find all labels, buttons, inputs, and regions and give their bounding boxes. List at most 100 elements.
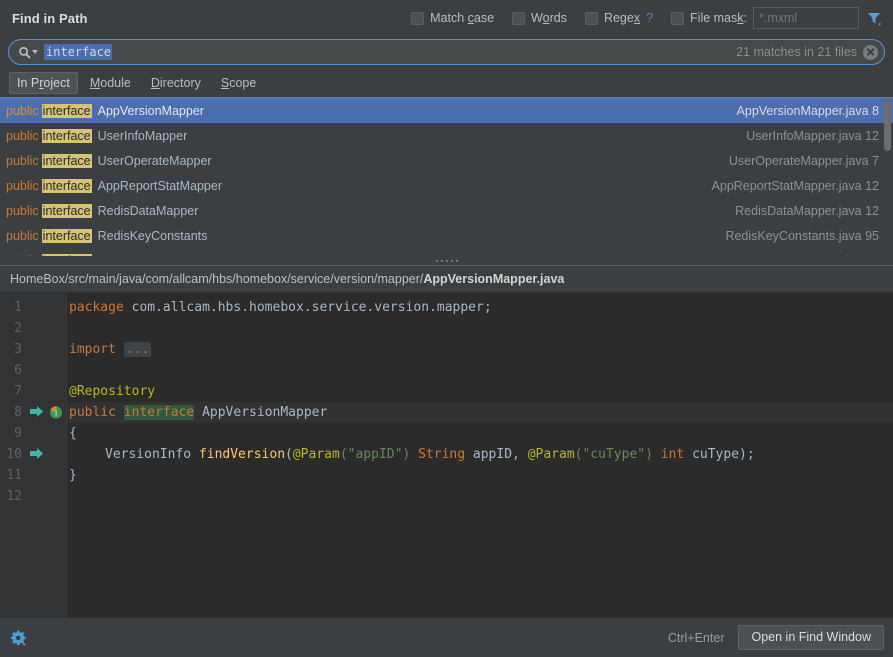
class-name: AppVersionMapper: [194, 405, 328, 420]
result-symbol-name: RedisKeyConstants: [97, 228, 208, 243]
close-brace: }: [69, 468, 77, 483]
result-match-highlight: interface: [41, 228, 92, 243]
words-checkbox[interactable]: Words: [512, 11, 567, 25]
paren-open: (: [285, 447, 293, 462]
match-case-checkbox[interactable]: Match case: [411, 11, 494, 25]
package-name: com.allcam.hbs.homebox.service.version.m…: [123, 300, 492, 315]
file-mask-input[interactable]: [753, 7, 859, 29]
file-mask-group: File mask:: [671, 7, 883, 29]
result-file-location: RedisKeyConstants.java 95: [725, 228, 879, 243]
result-keyword: public: [6, 128, 39, 143]
regex-help-icon[interactable]: ?: [646, 11, 653, 25]
result-match-highlight: interface: [41, 128, 92, 143]
code-line-9: {: [67, 423, 77, 444]
result-match-highlight: interface: [41, 103, 92, 118]
breadcrumb-filename: AppVersionMapper.java: [423, 272, 565, 286]
result-symbol-name: UserOperateMapper: [97, 153, 212, 168]
table-row[interactable]: public interface RedisDataMapper RedisDa…: [0, 198, 893, 223]
result-file-location: RedisDataMapper.java 12: [735, 203, 879, 218]
annotation-param-1: @Param: [292, 447, 340, 462]
code-line-10: VersionInfo findVersion(@Param("appID") …: [67, 444, 755, 465]
result-file-location: AppVersionMapper.java 8: [736, 103, 879, 118]
line-number: 12: [6, 489, 22, 504]
result-file-location: AppReportStatMapper.java 12: [711, 178, 879, 193]
param-1-name: appID,: [465, 447, 528, 462]
param-2-type: int: [652, 447, 685, 462]
result-symbol-name: AppReportStatMapper: [97, 178, 223, 193]
page-title: Find in Path: [12, 10, 88, 26]
regex-checkbox-box[interactable]: [584, 11, 598, 25]
line-number: 3: [14, 342, 22, 357]
scope-tabs: In Project Module Directory Scope: [0, 68, 893, 98]
search-icon[interactable]: [18, 46, 38, 59]
splitter-dots-icon: [435, 259, 458, 262]
table-row[interactable]: public interface UserOperateMapper UserO…: [0, 148, 893, 173]
result-match-highlight: interface: [41, 153, 92, 168]
search-row: interface 21 matches in 21 files: [0, 36, 893, 68]
implementation-arrow-icon[interactable]: [28, 444, 50, 465]
shortcut-hint: Ctrl+Enter: [667, 630, 725, 645]
table-row[interactable]: public interface AppVersionMapper AppVer…: [0, 98, 893, 123]
result-file-location: UserInfoMapper.java 12: [746, 128, 879, 143]
annotation-repository: @Repository: [69, 384, 156, 399]
result-keyword: public: [6, 228, 39, 243]
result-file-location: UserOperateMapper.java 7: [728, 153, 879, 168]
result-keyword: public: [6, 203, 39, 218]
table-row[interactable]: public interface UserInfoMapper UserInfo…: [0, 123, 893, 148]
result-symbol-name: RedisDataMapper: [97, 203, 199, 218]
keyword-interface-match: interface: [123, 405, 195, 420]
param-2-string: ("cuType"): [574, 447, 653, 462]
method-return-type: VersionInfo: [105, 447, 199, 462]
param-2-name: cuType);: [684, 447, 755, 462]
editor-gutter[interactable]: 1 2 3 6 7 8 9 10 11 12 I: [0, 293, 67, 617]
open-brace: {: [69, 426, 77, 441]
splitter-handle[interactable]: [0, 256, 893, 266]
file-mask-checkbox-box[interactable]: [671, 11, 685, 25]
words-label: Words: [531, 11, 567, 25]
results-scrollbar[interactable]: [884, 100, 891, 151]
line-number: 11: [6, 468, 22, 483]
tab-directory[interactable]: Directory: [143, 72, 209, 94]
line-number: 7: [14, 384, 22, 399]
tab-module[interactable]: Module: [82, 72, 139, 94]
search-query-text[interactable]: interface: [44, 44, 113, 60]
tab-scope[interactable]: Scope: [213, 72, 264, 94]
regex-label: Regex: [603, 11, 641, 25]
file-mask-checkbox[interactable]: File mask:: [671, 11, 747, 25]
svg-text:I: I: [55, 409, 57, 418]
breadcrumb: HomeBox/src/main/java/com/allcam/hbs/hom…: [0, 266, 893, 293]
result-keyword: public: [6, 153, 39, 168]
search-input[interactable]: interface 21 matches in 21 files: [8, 39, 885, 65]
match-case-checkbox-box[interactable]: [411, 11, 425, 25]
result-keyword: public: [6, 178, 39, 193]
table-row[interactable]: public interface SystemConst SystemConst…: [0, 248, 893, 256]
interface-marker-icon[interactable]: I: [48, 402, 64, 423]
code-line-11: }: [67, 465, 77, 486]
result-symbol-name: AppVersionMapper: [97, 103, 204, 118]
result-keyword: public: [6, 103, 39, 118]
folded-imports[interactable]: ...: [123, 342, 152, 357]
search-history-chevron-down-icon[interactable]: [32, 50, 38, 54]
filter-icon[interactable]: [865, 9, 883, 27]
tab-in-project[interactable]: In Project: [9, 71, 78, 94]
implementation-arrow-icon[interactable]: [28, 402, 50, 423]
gear-icon[interactable]: [10, 629, 28, 647]
code-preview[interactable]: 1 2 3 6 7 8 9 10 11 12 I package com.all…: [0, 293, 893, 617]
line-number: 10: [6, 447, 22, 462]
dialog-header: Find in Path Match case Words Regex ? Fi…: [0, 0, 893, 36]
code-line-8: public interface AppVersionMapper: [67, 402, 893, 423]
code-line-7: @Repository: [67, 381, 155, 402]
table-row[interactable]: public interface AppReportStatMapper App…: [0, 173, 893, 198]
search-results-list[interactable]: public interface AppVersionMapper AppVer…: [0, 98, 893, 256]
param-1-string: ("appID"): [339, 447, 411, 462]
open-in-find-window-button[interactable]: Open in Find Window: [738, 625, 884, 650]
search-options: Match case Words Regex ? File mask:: [411, 7, 883, 29]
table-row[interactable]: public interface RedisKeyConstants Redis…: [0, 223, 893, 248]
line-number: 6: [14, 363, 22, 378]
dialog-footer: Ctrl+Enter Open in Find Window: [0, 617, 893, 657]
words-checkbox-box[interactable]: [512, 11, 526, 25]
keyword-public: public: [69, 405, 116, 420]
code-text-area[interactable]: package com.allcam.hbs.homebox.service.v…: [67, 293, 893, 617]
regex-checkbox[interactable]: Regex ?: [584, 11, 653, 25]
clear-icon[interactable]: [863, 44, 878, 60]
